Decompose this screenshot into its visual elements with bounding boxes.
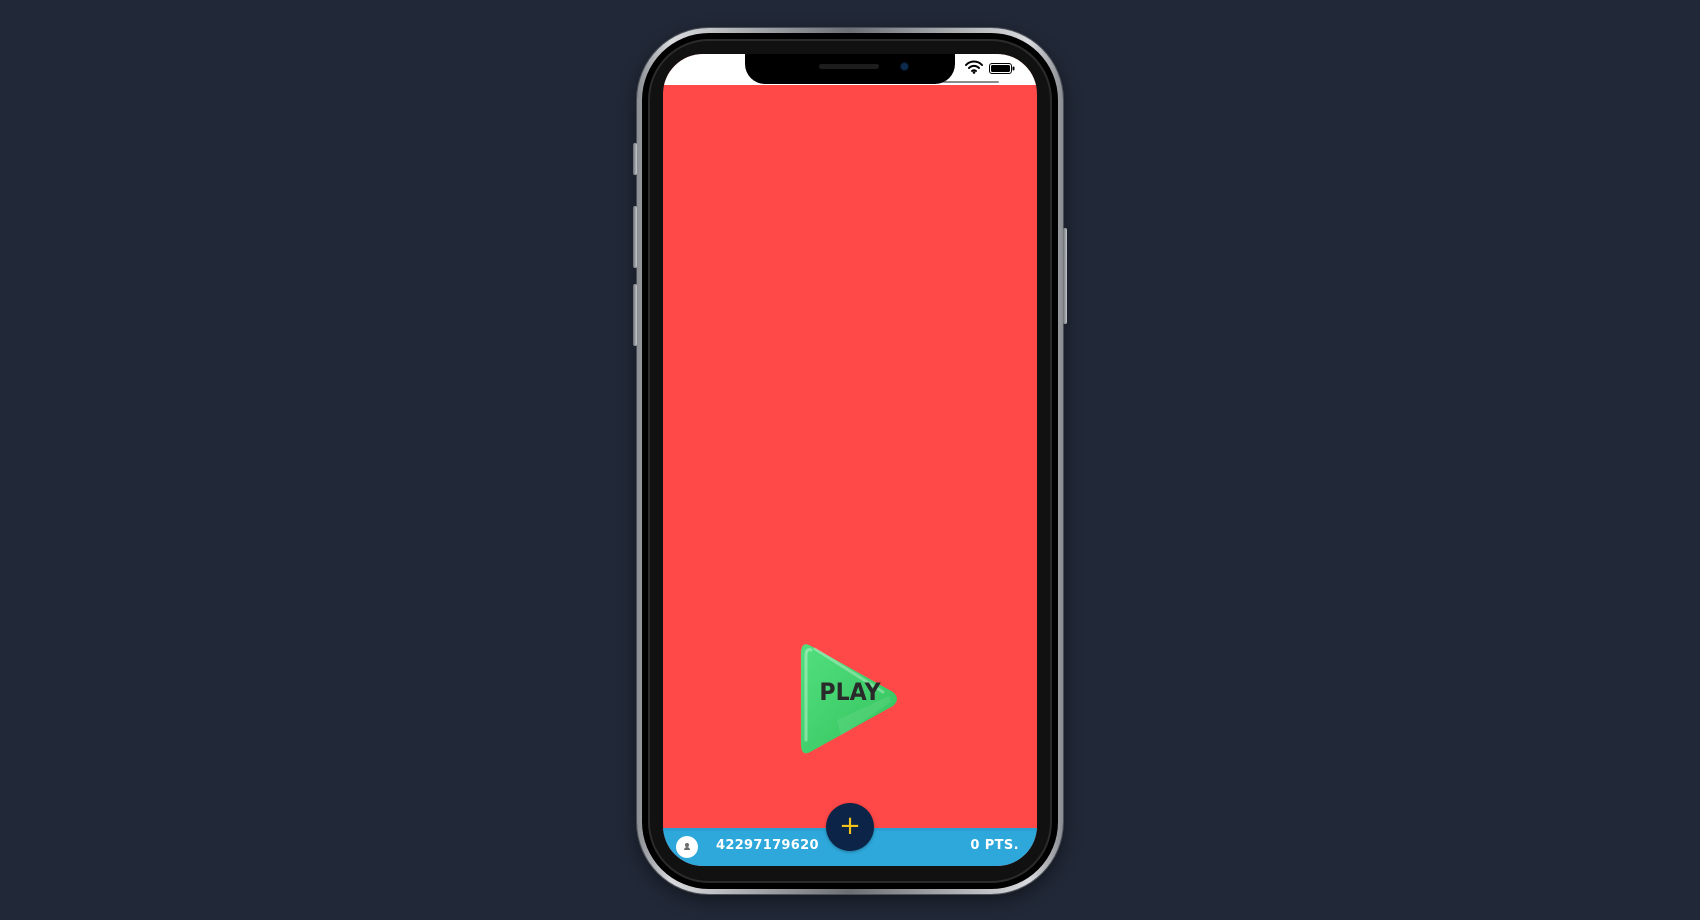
play-label: PLAY [819,678,881,706]
user-icon [684,843,690,850]
user-avatar[interactable] [676,836,698,858]
wifi-icon [965,60,983,74]
speaker-grille [819,64,879,69]
power-button [1063,228,1067,324]
silent-switch [633,143,637,175]
notch [745,54,955,84]
battery-icon [989,63,1015,74]
points-counter: 0 PTS. [970,838,1019,853]
phone-screen: PLAY 42297179620 0 PTS. + [663,54,1037,866]
stage: PLAY 42297179620 0 PTS. + [0,0,1700,920]
volume-up-button [633,206,637,268]
add-button[interactable]: + [826,803,874,851]
volume-down-button [633,284,637,346]
play-button[interactable]: PLAY [797,640,903,758]
front-camera [901,63,908,70]
status-bar-line [943,81,999,83]
user-id: 42297179620 [716,838,819,853]
